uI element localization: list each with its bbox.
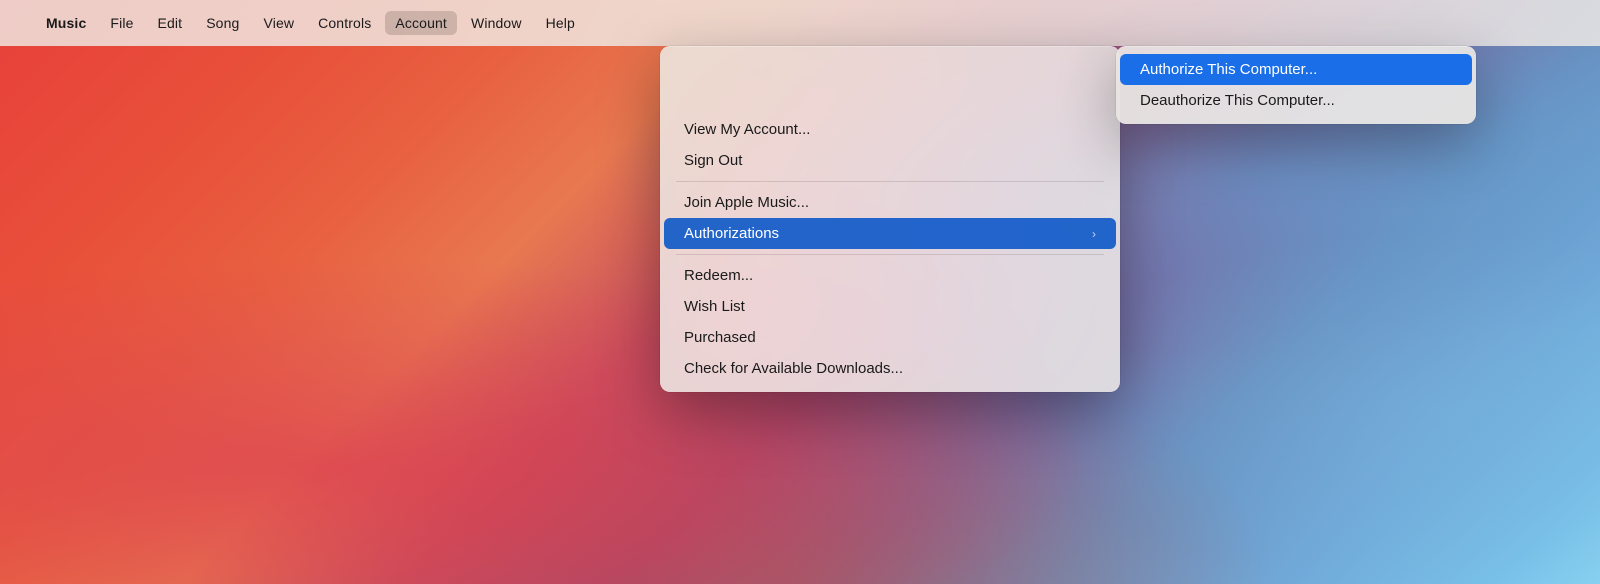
menubar-song[interactable]: Song [196, 11, 249, 35]
menu-item-join-apple-music[interactable]: Join Apple Music... [664, 187, 1116, 218]
menu-separator-1 [676, 181, 1104, 182]
menubar-account[interactable]: Account [385, 11, 457, 35]
submenu-arrow-icon: › [1092, 227, 1096, 241]
menubar-music[interactable]: Music [36, 11, 96, 35]
submenu-item-deauthorize-computer[interactable]: Deauthorize This Computer... [1120, 85, 1472, 116]
apple-menu-button[interactable] [12, 19, 32, 27]
menu-item-sign-out[interactable]: Sign Out [664, 145, 1116, 176]
menubar-controls[interactable]: Controls [308, 11, 381, 35]
menu-item-wish-list[interactable]: Wish List [664, 291, 1116, 322]
menubar-edit[interactable]: Edit [148, 11, 193, 35]
menubar: Music File Edit Song View Controls Accou… [0, 0, 1600, 46]
menu-separator-2 [676, 254, 1104, 255]
menu-item-view-my-account[interactable]: View My Account... [664, 114, 1116, 145]
menu-item-check-downloads[interactable]: Check for Available Downloads... [664, 353, 1116, 384]
authorizations-submenu: Authorize This Computer... Deauthorize T… [1116, 46, 1476, 124]
menu-item-redeem[interactable]: Redeem... [664, 260, 1116, 291]
account-dropdown-menu: View My Account... Sign Out Join Apple M… [660, 46, 1120, 392]
submenu-item-authorize-computer[interactable]: Authorize This Computer... [1120, 54, 1472, 85]
menu-item-authorizations[interactable]: Authorizations › [664, 218, 1116, 249]
menu-item-purchased[interactable]: Purchased [664, 322, 1116, 353]
menubar-view[interactable]: View [253, 11, 304, 35]
menubar-window[interactable]: Window [461, 11, 532, 35]
menubar-file[interactable]: File [100, 11, 143, 35]
menubar-help[interactable]: Help [536, 11, 585, 35]
authorizations-label: Authorizations [684, 225, 779, 242]
menu-header-space [660, 54, 1120, 114]
